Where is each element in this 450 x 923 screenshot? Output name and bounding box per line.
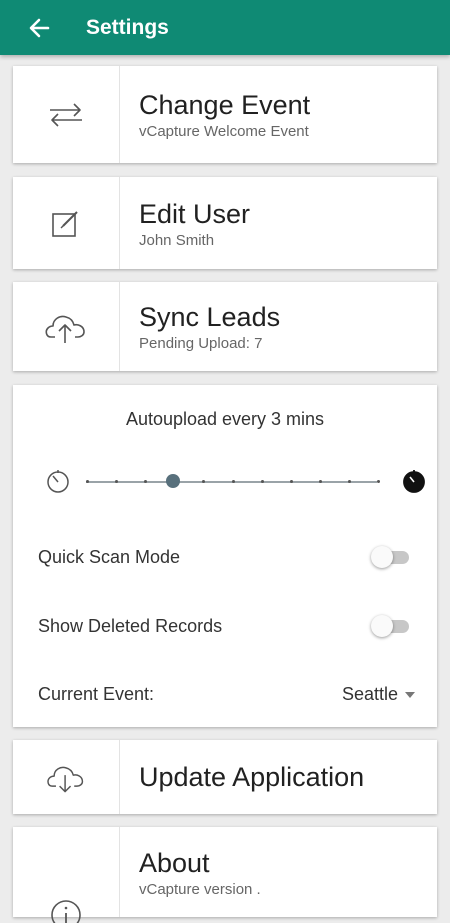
about-subtitle: vCapture version . (139, 881, 261, 898)
slider-step-dot (260, 480, 264, 483)
arrow-back-icon (29, 18, 50, 37)
app-bar: Settings (0, 0, 450, 55)
update-application-title: Update Application (139, 762, 365, 792)
edit-user-subtitle: John Smith (139, 231, 215, 249)
cloud-upload-icon (45, 315, 85, 343)
sync-leads-icon-cell (13, 282, 120, 371)
edit-user-icon-cell (13, 177, 120, 269)
change-event-icon-cell (13, 66, 120, 163)
quick-scan-label: Quick Scan Mode (38, 547, 181, 567)
slider-thumb[interactable] (166, 474, 181, 488)
current-event-select[interactable]: Seattle (342, 684, 415, 705)
sync-settings-panel: Autoupload every 3 mins Quick Scan Mode … (13, 385, 437, 727)
change-event-subtitle: vCapture Welcome Event (139, 123, 309, 140)
change-event-card[interactable]: Change Event vCapture Welcome Event (13, 66, 437, 163)
sync-leads-card[interactable]: Sync Leads Pending Upload: 7 (13, 282, 437, 371)
slider-step-dot (115, 480, 119, 483)
slider-step-dot (202, 480, 206, 483)
edit-user-card[interactable]: Edit User John Smith (13, 177, 437, 269)
current-event-label: Current Event: (38, 684, 155, 704)
current-event-value: Seattle (341, 684, 398, 704)
slider-step-dot (86, 480, 89, 483)
change-event-title: Change Event (139, 90, 311, 120)
slider-step-dot (289, 480, 293, 483)
slider-track[interactable] (86, 480, 380, 483)
edit-user-title: Edit User (139, 198, 251, 229)
slider-step-dot (377, 480, 380, 483)
cloud-download-icon (47, 766, 84, 793)
dropdown-caret-icon (405, 691, 415, 698)
timer-empty-icon (47, 470, 69, 493)
slider-step-dot (347, 480, 351, 483)
quick-scan-toggle[interactable] (371, 545, 413, 569)
show-deleted-toggle[interactable] (371, 614, 413, 638)
slider-step-dot (231, 480, 235, 483)
autoupload-slider[interactable] (43, 465, 425, 495)
sync-leads-subtitle: Pending Upload: 7 (139, 335, 263, 352)
sync-leads-title: Sync Leads (139, 302, 281, 332)
update-application-icon-cell (13, 740, 120, 814)
swap-arrows-icon (50, 102, 82, 127)
about-title: About (139, 848, 210, 878)
about-icon-cell (13, 827, 120, 923)
slider-step-dot (144, 480, 148, 483)
about-card[interactable]: About vCapture version . (13, 827, 437, 923)
timer-full-icon (403, 470, 425, 493)
back-button[interactable] (0, 0, 78, 55)
show-deleted-label: Show Deleted Records (38, 616, 223, 636)
slider-step-dot (318, 480, 322, 483)
page-title: Settings (86, 15, 169, 39)
autoupload-label: Autoupload every 3 mins (125, 409, 325, 429)
edit-icon (52, 211, 78, 237)
info-icon (51, 900, 81, 923)
update-application-card[interactable]: Update Application (13, 740, 437, 814)
